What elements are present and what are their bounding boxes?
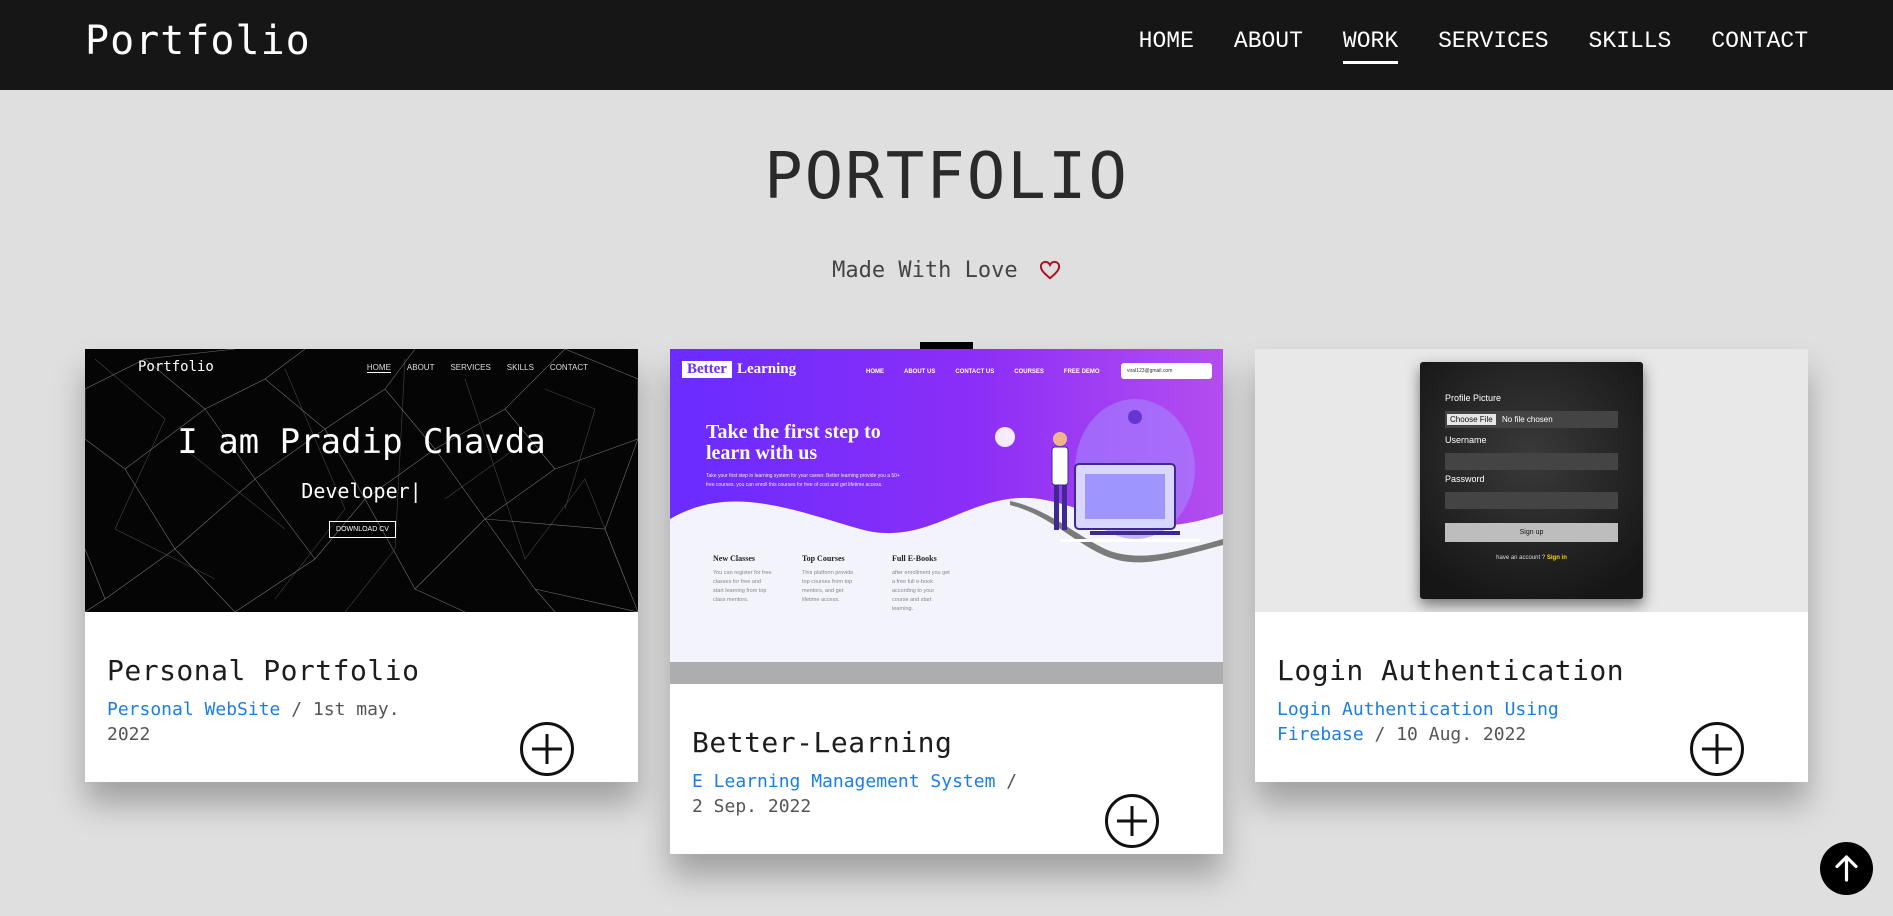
preview-logo-part: Learning [736, 361, 797, 377]
preview-feature: Top Courses This platform provide top co… [802, 554, 862, 605]
preview-file-button: Choose File [1447, 414, 1496, 425]
preview-feature-title: Full E-Books [892, 554, 937, 563]
preview-nav-item: CONTACT US [955, 369, 995, 375]
heart-icon [1039, 260, 1061, 286]
preview-file-text: No file chosen [1502, 415, 1553, 424]
card-title: Personal Portfolio [107, 654, 420, 687]
card-meta: Personal WebSite / 1st may. 2022 [107, 697, 447, 747]
preview-nav-item: COURSES [1014, 369, 1044, 375]
project-preview-image: Portfolio HOME ABOUT SERVICES SKILLS CON… [85, 349, 638, 612]
preview-heading: Take the first step to learn with us [706, 421, 881, 464]
page-title: PORTFOLIO [764, 140, 1129, 214]
project-card-better-learning[interactable]: Better Learning HOME ABOUT US CONTACT US… [670, 349, 1223, 854]
preview-feature: New Classes You can register for free cl… [713, 554, 773, 605]
card-category-link[interactable]: E Learning Management System [692, 771, 995, 792]
preview-feature-title: Top Courses [802, 554, 845, 563]
card-meta: Login Authentication Using Firebase / 10… [1277, 697, 1617, 747]
preview-feature-text: after enrollment you get a free full e-b… [892, 570, 950, 612]
preview-nav-item: HOME [866, 369, 884, 375]
preview-role: Developer| [301, 479, 422, 503]
preview-signin-link: Sign in [1546, 555, 1567, 561]
project-preview-image: Profile Picture Choose File No file chos… [1255, 349, 1808, 612]
preview-nav-item: HOME [366, 363, 391, 373]
preview-hero-title: I am Pradip Chavda [177, 422, 546, 462]
preview-have-account: have an account ? [1496, 555, 1546, 561]
subtitle: Made With Love [0, 258, 1893, 286]
project-card-personal-portfolio[interactable]: Portfolio HOME ABOUT SERVICES SKILLS CON… [85, 349, 638, 782]
card-category-link[interactable]: Personal WebSite [107, 699, 280, 720]
main-nav: HOME ABOUT WORK SERVICES SKILLS CONTACT [1139, 28, 1808, 64]
preview-nav-item: FREE DEMO [1063, 369, 1100, 375]
preview-nav-item: SERVICES [450, 363, 491, 372]
preview-nav-item: SKILLS [506, 363, 534, 372]
preview-password-field [1445, 492, 1618, 509]
preview-label: Password [1445, 474, 1485, 484]
nav-services[interactable]: SERVICES [1438, 28, 1548, 62]
card-body: Better-Learning E Learning Management Sy… [670, 726, 1223, 848]
preview-signup-button: Sign up [1445, 523, 1618, 542]
preview-illustration [995, 399, 1200, 542]
project-preview-image: Better Learning HOME ABOUT US CONTACT US… [670, 349, 1223, 684]
card-body: Personal Portfolio Personal WebSite / 1s… [85, 654, 638, 776]
nav-contact[interactable]: CONTACT [1711, 28, 1808, 62]
project-card-login-authentication[interactable]: Profile Picture Choose File No file chos… [1255, 349, 1808, 782]
card-body: Login Authentication Login Authenticatio… [1255, 654, 1808, 776]
preview-signin-prompt: have an account ? Sign in [1420, 555, 1643, 561]
nav-skills[interactable]: SKILLS [1589, 28, 1672, 62]
preview-nav-item: CONTACT [549, 363, 588, 372]
arrow-up-icon [1835, 855, 1858, 882]
back-to-top-button[interactable] [1820, 842, 1873, 895]
card-date: / 10 Aug. 2022 [1374, 724, 1527, 745]
preview-nav-item: ABOUT [406, 363, 435, 372]
plus-circle-icon[interactable] [1105, 794, 1159, 848]
preview-feature-title: New Classes [713, 554, 755, 563]
preview-logo: Better Learning [682, 361, 796, 378]
card-title: Login Authentication [1277, 654, 1625, 687]
card-title: Better-Learning [692, 726, 953, 759]
navbar: Portfolio HOME ABOUT WORK SERVICES SKILL… [0, 0, 1893, 90]
preview-paragraph: Take your first step in learning system … [706, 473, 900, 488]
plus-circle-icon[interactable] [1690, 722, 1744, 776]
preview-nav-item: ABOUT US [904, 369, 936, 375]
preview-label: Profile Picture [1445, 393, 1502, 403]
preview-logo-part: Better [682, 361, 732, 378]
brand-logo[interactable]: Portfolio [85, 18, 311, 64]
preview-footer-bar [670, 662, 1223, 684]
preview-username-field [1445, 453, 1618, 470]
nav-home[interactable]: HOME [1139, 28, 1194, 62]
nav-about[interactable]: ABOUT [1234, 28, 1303, 62]
nav-work[interactable]: WORK [1342, 28, 1399, 64]
preview-nav: HOME ABOUT US CONTACT US COURSES FREE DE… [866, 369, 1100, 375]
subtitle-text: Made With Love [832, 258, 1018, 283]
card-meta: E Learning Management System / 2 Sep. 20… [692, 769, 1032, 819]
preview-feature: Full E-Books after enrollment you get a … [892, 554, 952, 614]
preview-label: Username [1445, 435, 1487, 445]
preview-brand: Portfolio [138, 359, 214, 375]
preview-email: viral123@gmail.com [1121, 363, 1212, 379]
preview-feature-text: You can register for free classes for fr… [713, 570, 772, 603]
preview-feature-text: This platform provide top courses from t… [802, 570, 854, 603]
plus-circle-icon[interactable] [520, 722, 574, 776]
preview-nav: HOME ABOUT SERVICES SKILLS CONTACT [366, 363, 588, 373]
preview-signup-form: Profile Picture Choose File No file chos… [1420, 362, 1643, 599]
preview-download-button: DOWNLOAD CV [329, 521, 396, 538]
